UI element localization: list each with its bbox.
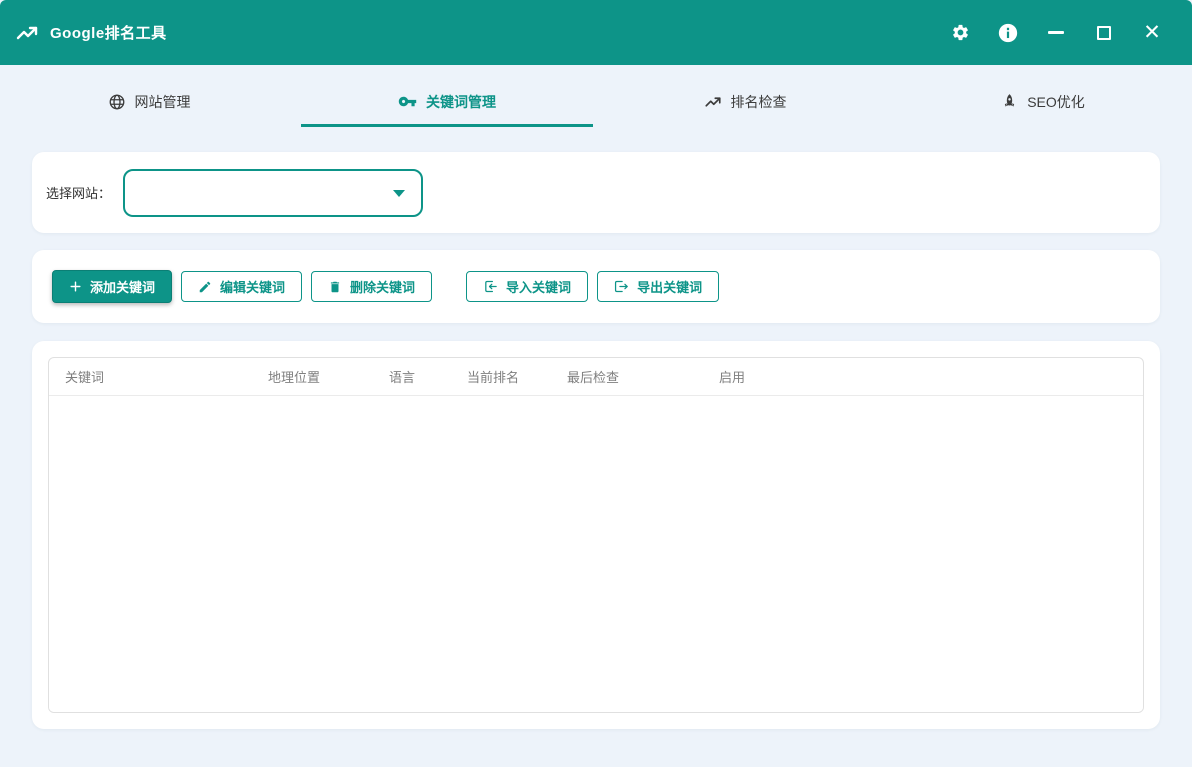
edit-keyword-button[interactable]: 编辑关键词 <box>181 271 302 302</box>
trash-icon <box>328 280 342 294</box>
keyword-table-card: 关键词 地理位置 语言 当前排名 最后检查 启用 <box>32 341 1160 729</box>
tab-rank-check[interactable]: 排名检查 <box>599 79 891 127</box>
import-keyword-button[interactable]: 导入关键词 <box>466 271 588 302</box>
tab-keyword-management[interactable]: 关键词管理 <box>301 79 593 127</box>
maximize-icon <box>1097 26 1111 40</box>
tab-label: 关键词管理 <box>426 92 496 112</box>
info-button[interactable] <box>984 13 1032 53</box>
minimize-icon <box>1048 31 1064 34</box>
tab-label: 排名检查 <box>731 92 787 112</box>
plus-icon <box>69 280 82 293</box>
pencil-icon <box>198 280 212 294</box>
close-button[interactable]: ✕ <box>1128 13 1176 53</box>
keyword-table: 关键词 地理位置 语言 当前排名 最后检查 启用 <box>48 357 1144 713</box>
rocket-icon <box>1001 93 1018 110</box>
app-title: Google排名工具 <box>50 22 167 43</box>
delete-keyword-button[interactable]: 删除关键词 <box>311 271 432 302</box>
tab-bar: 网站管理 关键词管理 排名检查 SEO优化 <box>0 65 1192 140</box>
column-header-enabled: 启用 <box>703 367 1143 386</box>
key-icon <box>398 92 417 111</box>
tab-seo-optimization[interactable]: SEO优化 <box>897 79 1189 127</box>
column-header-last-check: 最后检查 <box>551 367 703 386</box>
gear-icon <box>951 23 970 42</box>
add-keyword-button[interactable]: 添加关键词 <box>52 270 172 303</box>
globe-icon <box>108 93 126 111</box>
import-icon <box>483 279 498 294</box>
tab-label: 网站管理 <box>135 92 191 112</box>
column-header-language: 语言 <box>373 367 451 386</box>
titlebar: Google排名工具 ✕ <box>0 0 1192 65</box>
import-keyword-label: 导入关键词 <box>506 277 571 296</box>
tab-label: SEO优化 <box>1027 92 1085 112</box>
settings-button[interactable] <box>936 13 984 53</box>
table-header-row: 关键词 地理位置 语言 当前排名 最后检查 启用 <box>49 358 1143 396</box>
info-icon <box>997 22 1019 44</box>
maximize-button[interactable] <box>1080 13 1128 53</box>
export-keyword-label: 导出关键词 <box>637 277 702 296</box>
site-select-dropdown[interactable] <box>123 169 423 217</box>
trending-up-icon <box>14 20 40 46</box>
column-header-current-rank: 当前排名 <box>451 367 551 386</box>
table-body-empty[interactable] <box>49 396 1143 712</box>
minimize-button[interactable] <box>1032 13 1080 53</box>
column-header-location: 地理位置 <box>252 367 373 386</box>
close-icon: ✕ <box>1143 22 1161 43</box>
add-keyword-label: 添加关键词 <box>90 277 155 296</box>
column-header-keyword: 关键词 <box>49 367 252 386</box>
edit-keyword-label: 编辑关键词 <box>220 277 285 296</box>
export-keyword-button[interactable]: 导出关键词 <box>597 271 719 302</box>
export-icon <box>614 279 629 294</box>
keyword-toolbar-card: 添加关键词 编辑关键词 删除关键词 导入关键词 <box>32 250 1160 323</box>
chevron-down-icon <box>393 190 405 197</box>
delete-keyword-label: 删除关键词 <box>350 277 415 296</box>
trending-up-icon <box>704 93 722 111</box>
tab-website-management[interactable]: 网站管理 <box>3 79 295 127</box>
site-selector-label: 选择网站： <box>46 183 111 202</box>
site-selector-card: 选择网站： <box>32 152 1160 233</box>
